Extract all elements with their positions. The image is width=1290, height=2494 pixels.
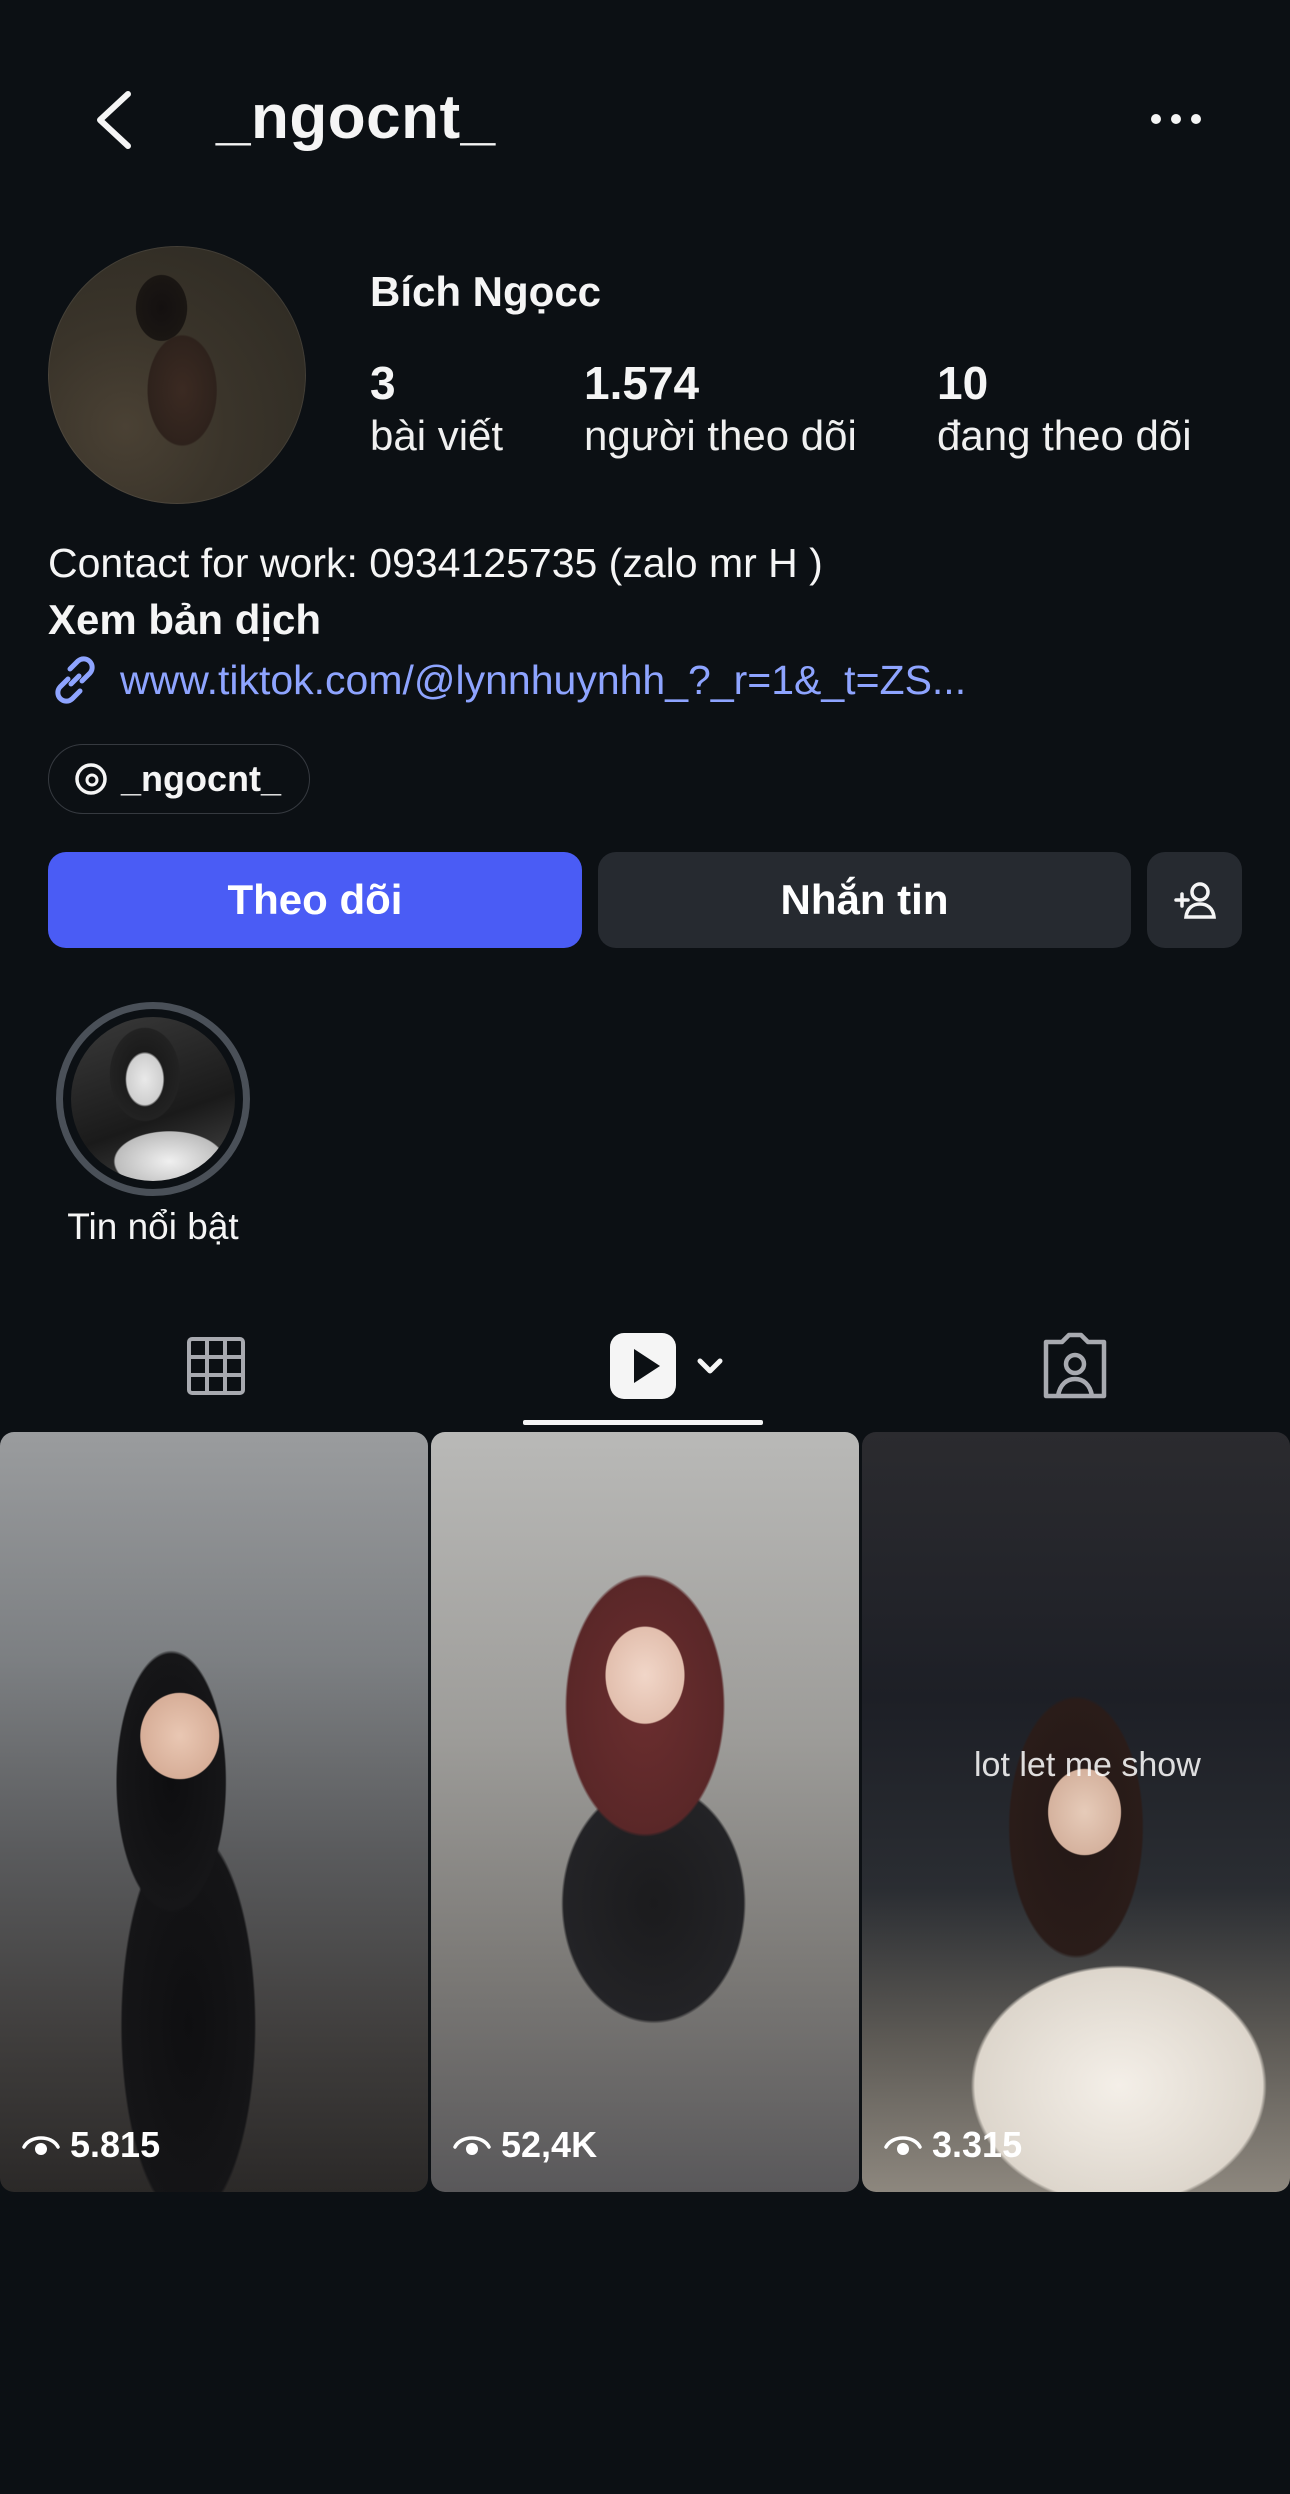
- eye-icon: [22, 2136, 60, 2155]
- message-button[interactable]: Nhắn tin: [598, 852, 1131, 948]
- back-arrow-icon[interactable]: [88, 88, 140, 152]
- add-person-icon: [1173, 882, 1216, 919]
- view-count-value: 5.815: [70, 2124, 161, 2165]
- see-translation-link[interactable]: Xem bản dịch: [48, 596, 321, 644]
- grid-icon[interactable]: [186, 1326, 246, 1406]
- view-count: 5.815: [22, 2124, 160, 2166]
- threads-icon: [75, 763, 107, 795]
- suggested-accounts-button[interactable]: [1147, 852, 1242, 948]
- profile-username-title: _ngocnt_: [216, 83, 496, 152]
- display-name: Bích Ngọcc: [370, 268, 602, 315]
- tagged-icon[interactable]: [1040, 1326, 1110, 1406]
- stat-posts[interactable]: 3 bài viết: [370, 356, 503, 460]
- follow-button[interactable]: Theo dõi: [48, 852, 582, 948]
- profile-link[interactable]: www.tiktok.com/@lynnhuynhh_?_r=1&_t=ZS..…: [48, 650, 966, 710]
- stat-following[interactable]: 10 đang theo dõi: [937, 356, 1192, 460]
- reel-caption-overlay: lot let me show: [974, 1746, 1201, 1784]
- more-options-icon[interactable]: [1148, 104, 1204, 134]
- highlight-thumbnail: [71, 1017, 235, 1181]
- stat-following-value: 10: [937, 357, 989, 409]
- reels-icon[interactable]: [608, 1326, 734, 1406]
- stat-posts-value: 3: [370, 357, 396, 409]
- reel-thumbnail[interactable]: 5.815: [0, 1432, 428, 2192]
- eye-icon: [884, 2136, 922, 2155]
- threads-handle: _ngocnt_: [121, 758, 282, 799]
- view-count: 3.315: [884, 2124, 1022, 2166]
- stat-followers[interactable]: 1.574 người theo dõi: [584, 356, 857, 460]
- bio-text: Contact for work: 0934125735 (zalo mr H …: [48, 540, 823, 586]
- view-count-value: 52,4K: [501, 2124, 598, 2165]
- view-count-value: 3.315: [932, 2124, 1023, 2165]
- eye-icon: [453, 2136, 491, 2155]
- story-highlight[interactable]: [56, 1002, 250, 1196]
- stat-followers-label: người theo dõi: [584, 412, 857, 459]
- stat-posts-label: bài viết: [370, 412, 504, 459]
- threads-badge[interactable]: _ngocnt_: [48, 744, 310, 814]
- view-count: 52,4K: [453, 2124, 597, 2166]
- reel-thumbnail[interactable]: 52,4K: [431, 1432, 859, 2192]
- reel-thumbnail[interactable]: lot let me show 3.315: [862, 1432, 1290, 2192]
- profile-avatar[interactable]: [48, 246, 306, 504]
- active-tab-indicator: [523, 1420, 763, 1425]
- link-url: www.tiktok.com/@lynnhuynhh_?_r=1&_t=ZS..…: [120, 656, 967, 703]
- stat-following-label: đang theo dõi: [937, 412, 1192, 459]
- stat-followers-value: 1.574: [584, 357, 700, 409]
- link-icon: [55, 656, 95, 704]
- highlight-label: Tin nổi bật: [67, 1206, 239, 1247]
